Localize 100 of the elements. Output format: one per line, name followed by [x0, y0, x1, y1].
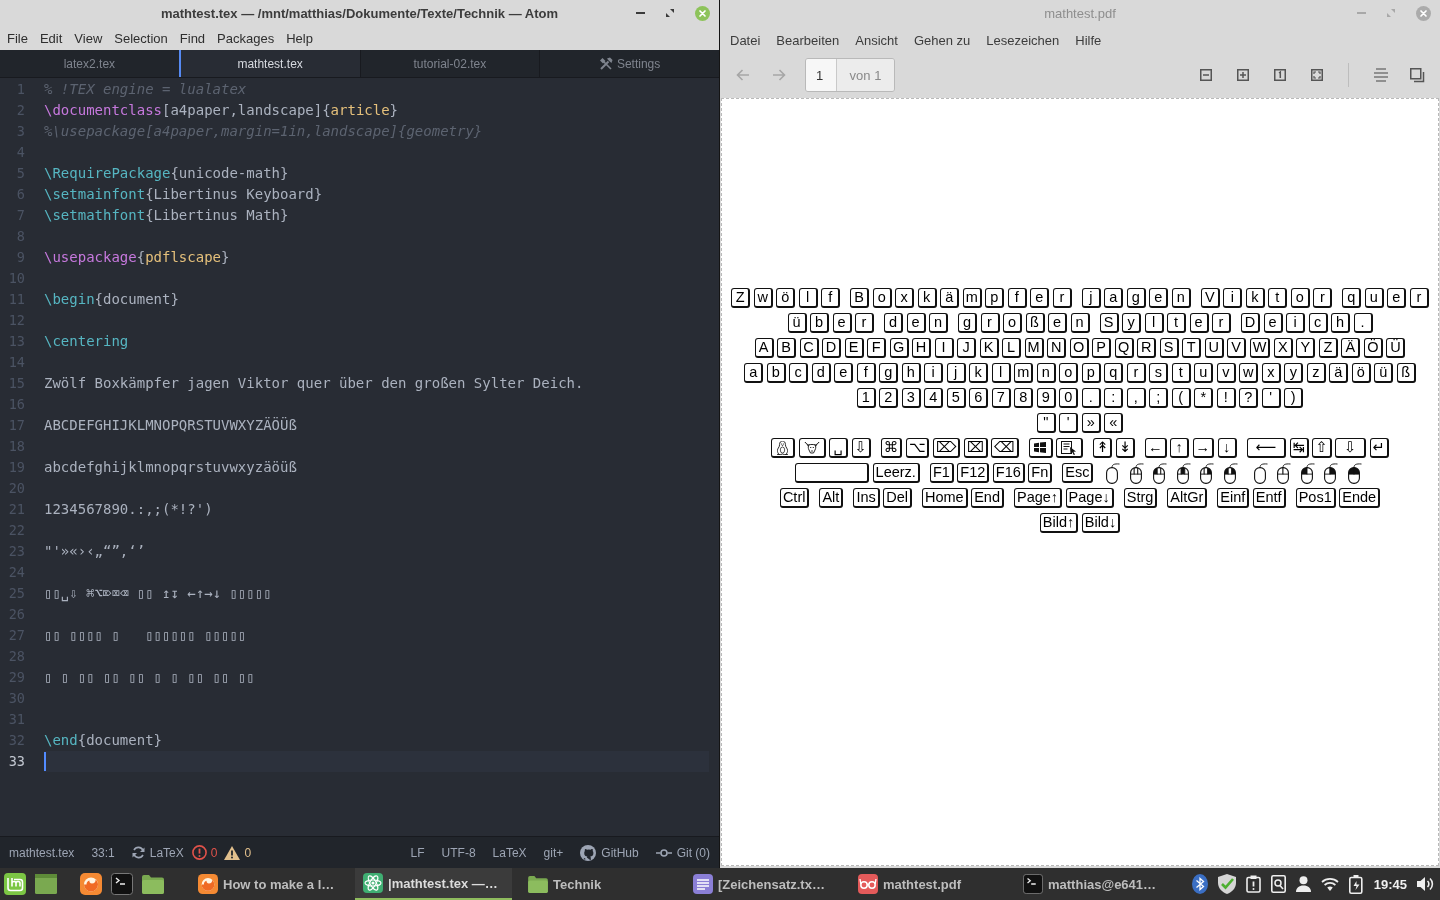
keycap: f	[856, 363, 876, 383]
mouse-icon	[1129, 462, 1144, 484]
keycap: D	[1241, 313, 1260, 333]
taskbar-window-button[interactable]: |mathtest.tex —…	[355, 868, 512, 900]
keycap: o	[872, 288, 892, 308]
dual-page-icon[interactable]	[1410, 67, 1425, 83]
editor-tab[interactable]: latex2.tex	[0, 50, 179, 77]
git-plus-label[interactable]: git+	[543, 845, 564, 860]
github-button[interactable]: GitHub	[580, 844, 639, 861]
taskbar-window-button[interactable]: [Zeichensatz.tx…	[685, 868, 842, 900]
keycap: V	[1227, 338, 1247, 358]
menu-item[interactable]: Edit	[33, 30, 69, 46]
editor-tab[interactable]: Settings	[539, 50, 719, 77]
code-line: abcdefghijklmnopqrstuvwxyzäöüß	[44, 458, 297, 477]
keycap: V	[1200, 288, 1220, 308]
page-search-icon[interactable]	[1270, 875, 1286, 893]
keycap: Z	[1318, 338, 1338, 358]
encoding-selector[interactable]: UTF-8	[441, 845, 476, 860]
keycap: r	[1409, 288, 1429, 308]
keycap: g	[1126, 288, 1146, 308]
menu-item[interactable]: Find	[173, 30, 212, 46]
battery-icon[interactable]	[1348, 874, 1364, 894]
keycap: R	[1137, 338, 1157, 358]
keycap: End	[971, 488, 1004, 508]
clock[interactable]: 19:45	[1373, 876, 1407, 892]
clipboard-icon[interactable]	[1245, 875, 1261, 893]
menu-item[interactable]: Hilfe	[1067, 32, 1110, 48]
keycap: k	[1245, 288, 1265, 308]
build-status-button[interactable]: LaTeX	[131, 845, 184, 860]
zoom-out-icon[interactable]	[1200, 69, 1212, 81]
keycap: )	[1284, 388, 1304, 408]
folder-icon[interactable]	[142, 874, 164, 894]
page-number-field[interactable]: 1	[806, 59, 837, 91]
taskbar-window-button[interactable]: How to make a l…	[190, 868, 347, 900]
keycap: O	[1069, 338, 1089, 358]
keycap: o	[1003, 313, 1022, 333]
menu-item[interactable]: File	[1, 30, 34, 46]
bluetooth-icon[interactable]	[1191, 874, 1208, 894]
menu-item[interactable]: View	[68, 30, 109, 46]
menu-item[interactable]: Ansicht	[847, 32, 906, 48]
grammar-selector[interactable]: LaTeX	[492, 845, 527, 860]
keycap: K	[979, 338, 999, 358]
keycap: k	[969, 363, 989, 383]
keycap: '	[1261, 388, 1281, 408]
code-line: Zwölf Boxkämpfer jagen Viktor quer über den großen Sylter Deich.	[44, 374, 584, 393]
keycap: AltGr	[1167, 488, 1208, 508]
keycap: *	[1194, 388, 1214, 408]
keycap: ;	[1149, 388, 1169, 408]
keycap: e	[1189, 313, 1209, 333]
taskbar-window-button[interactable]: mathtest.pdf	[850, 868, 1007, 900]
keycap: A	[754, 338, 774, 358]
terminal-icon[interactable]	[111, 873, 133, 895]
zoom-in-icon[interactable]	[1237, 69, 1249, 81]
shield-check-icon[interactable]	[1217, 874, 1236, 894]
menu-item[interactable]: Help	[280, 30, 319, 46]
line-ending-selector[interactable]: LF	[410, 845, 425, 860]
mouse-icon	[1253, 462, 1268, 484]
keycap: ä	[940, 288, 960, 308]
user-icon[interactable]	[1295, 876, 1311, 892]
code-line: "'»«›‹„“”‚‘’	[44, 542, 146, 561]
menu-item[interactable]: Bearbeiten	[768, 32, 848, 48]
code-line: %\usepackage[a4paper,margin=1in,landscape]{geometry}	[44, 122, 483, 141]
keycap: q	[1342, 288, 1362, 308]
keycap: ö	[776, 288, 796, 308]
taskbar-window-button[interactable]: matthias@e641…	[1015, 868, 1172, 900]
code-line: \usepackage{pdflscape}	[44, 248, 230, 267]
editor-tab[interactable]: mathtest.tex	[178, 50, 360, 77]
keycap: v	[1216, 363, 1236, 383]
keycap: «	[1104, 413, 1124, 433]
git-button[interactable]: Git (0)	[655, 845, 710, 860]
cursor-position[interactable]: 33:1	[91, 845, 115, 860]
original-size-icon[interactable]	[1274, 69, 1286, 81]
volume-icon[interactable]	[1417, 876, 1434, 892]
menu-item[interactable]: Selection	[108, 30, 174, 46]
logo-icon[interactable]	[4, 873, 26, 895]
keycap: F1	[929, 463, 954, 483]
wifi-icon[interactable]	[1320, 877, 1339, 891]
code-line: \end{document}	[44, 731, 162, 750]
keycap: L	[1002, 338, 1022, 358]
menu-item[interactable]: Gehen zu	[905, 32, 979, 48]
code-line: ▯▯ ▯▯▯▯ ▯ ▯▯▯▯▯▯ ▯▯▯▯▯	[44, 626, 247, 645]
keycap: g	[958, 313, 977, 333]
keycap: !	[1216, 388, 1236, 408]
fit-page-icon[interactable]	[1311, 69, 1323, 81]
keycap: ⌘	[880, 438, 903, 458]
editor-tab[interactable]: tutorial-02.tex	[359, 50, 540, 77]
keycap: F16	[992, 463, 1025, 483]
keycap: x	[895, 288, 915, 308]
menu-item[interactable]: Packages	[211, 30, 281, 46]
keycap: t	[1268, 288, 1288, 308]
menu-item[interactable]: Datei	[722, 32, 769, 48]
maximize-icon[interactable]	[666, 9, 674, 17]
menu-item[interactable]: Lesezeichen	[978, 32, 1068, 48]
globe-icon[interactable]	[80, 873, 102, 895]
keycap: r	[1212, 313, 1231, 333]
keycap: 9	[1036, 388, 1056, 408]
keycap: m	[962, 288, 982, 308]
taskbar-window-button[interactable]: Technik	[520, 868, 677, 900]
keycap: l	[991, 363, 1011, 383]
file-name-label[interactable]: mathtest.tex	[9, 845, 75, 860]
